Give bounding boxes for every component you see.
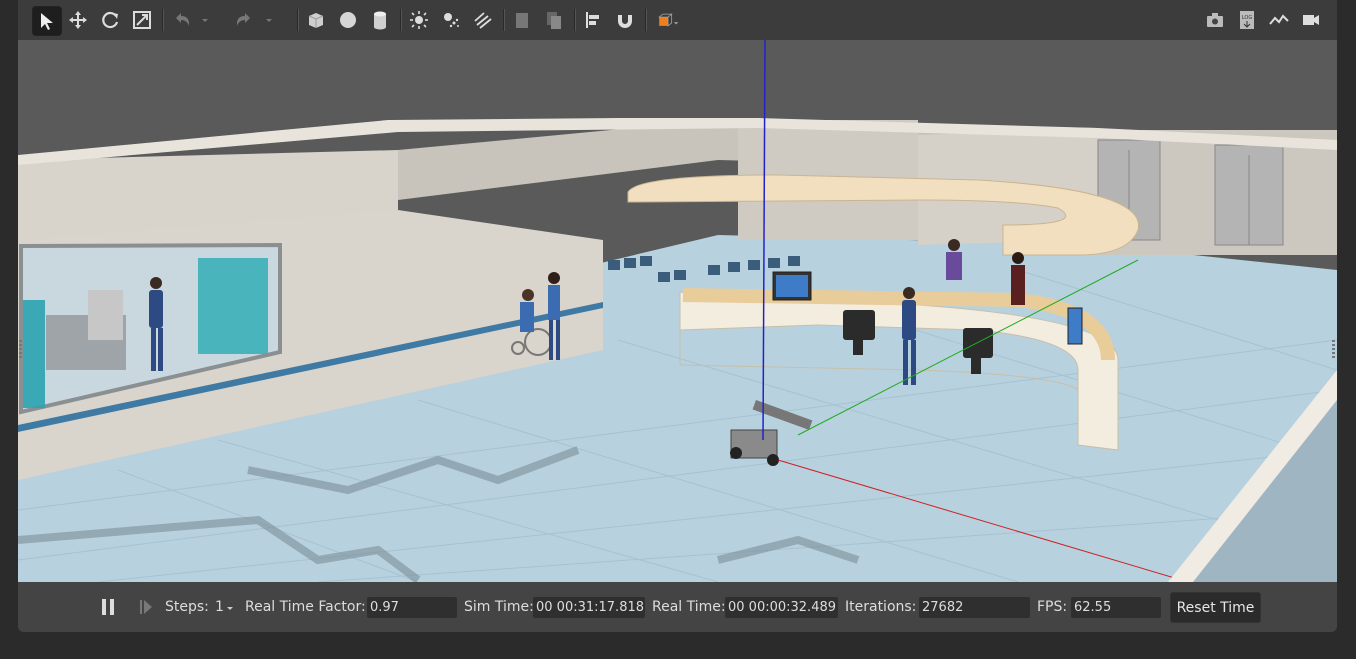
arrow-cursor-icon [41,13,53,30]
move-arrows-icon [69,11,87,29]
nurse-figure [149,277,163,371]
sphere-icon [340,12,356,28]
undo-button[interactable] [168,6,196,34]
point-light-button[interactable] [405,6,433,34]
redo-button[interactable] [230,6,258,34]
directional-light-button[interactable] [469,6,497,34]
sphere-button[interactable] [334,6,362,34]
cylinder-button[interactable] [366,6,394,34]
steps-label: Steps: [165,599,209,615]
plot-icon [1269,14,1289,25]
scale-mode-button[interactable] [128,6,156,34]
select-mode-button[interactable] [32,6,62,36]
paste-button[interactable] [540,6,568,34]
scale-icon [133,11,151,29]
chevron-down-icon [202,19,208,22]
time-panel: Steps: 1 Real Time Factor: 0.97 Sim Time… [18,583,1337,632]
undo-icon [176,13,190,26]
step-forward-icon [140,600,152,614]
screenshot-button[interactable] [1201,6,1229,34]
rtf-label: Real Time Factor: [245,599,366,615]
align-button[interactable] [579,6,607,34]
steps-spinbox[interactable]: 1 [215,599,224,615]
pause-icon [102,599,114,615]
real-time-value: 00 00:00:32.489 [725,597,838,618]
undo-history-button[interactable] [198,6,212,34]
copy-button[interactable] [508,6,536,34]
real-time-label: Real Time: [652,599,726,615]
magnet-icon [618,15,632,28]
chevron-down-icon[interactable] [226,605,234,613]
spotlight-icon [444,13,459,28]
left-panel-grip[interactable] [19,340,22,360]
hospital-scene [18,40,1337,582]
3d-viewport[interactable] [18,40,1337,582]
rtf-value: 0.97 [367,597,457,618]
reset-time-button[interactable]: Reset Time [1170,592,1261,623]
sun-icon [410,11,428,29]
spot-light-button[interactable] [437,6,465,34]
right-panel-grip[interactable] [1332,340,1335,360]
iterations-label: Iterations: [845,599,917,615]
box-icon [308,13,324,28]
copy-icon [516,13,528,28]
svg-text:LOG: LOG [1242,15,1253,21]
view-cube-icon [658,13,679,27]
redo-icon [236,13,250,26]
log-icon: LOG [1240,11,1254,29]
plot-button[interactable] [1265,6,1293,34]
toolbar: LOG [18,0,1337,41]
translate-mode-button[interactable] [64,6,92,34]
directional-light-icon [474,12,492,29]
fps-label: FPS: [1037,599,1068,615]
fps-value: 62.55 [1071,597,1161,618]
sim-time-value: 00 00:31:17.818 [533,597,645,618]
view-angle-button[interactable] [650,6,686,34]
rotate-mode-button[interactable] [96,6,124,34]
pause-button[interactable] [100,597,116,617]
paste-icon [547,12,561,29]
chevron-down-icon [266,19,272,22]
redo-history-button[interactable] [262,6,276,34]
sim-time-label: Sim Time: [464,599,534,615]
video-button[interactable] [1297,6,1325,34]
step-button[interactable] [138,597,154,617]
cylinder-icon [374,11,386,30]
video-camera-icon [1303,15,1319,25]
gazebo-window: LOG Steps: 1 Real Time Factor: 0.97 Sim … [18,0,1337,632]
iterations-value: 27682 [919,597,1030,618]
align-icon [586,12,599,28]
camera-icon [1207,13,1223,27]
snap-button[interactable] [611,6,639,34]
log-button[interactable]: LOG [1233,6,1261,34]
rotate-icon [102,11,119,29]
box-button[interactable] [302,6,330,34]
